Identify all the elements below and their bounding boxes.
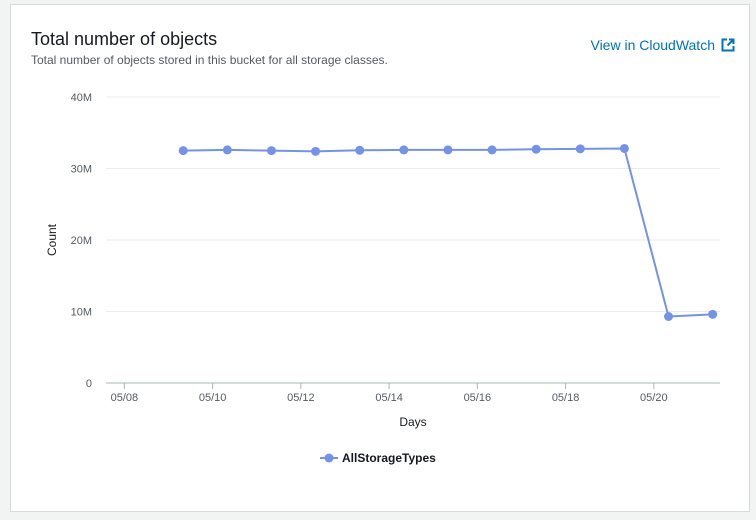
line-chart: 0 10M 20M 30M 40M 05/08 05/10 05/12 05/14 05/16 05… <box>45 92 720 465</box>
x-tick-label: 05/16 <box>464 392 492 404</box>
x-tick-label: 05/18 <box>552 392 580 404</box>
x-tick-label: 05/12 <box>287 392 315 404</box>
data-point[interactable] <box>311 146 321 156</box>
data-point[interactable] <box>399 145 409 155</box>
y-tick-label: 0 <box>86 378 92 390</box>
y-axis-title: Count <box>45 223 59 256</box>
x-tick-label: 05/08 <box>111 392 139 404</box>
y-tick-label: 40M <box>71 92 92 104</box>
data-point[interactable] <box>266 146 276 156</box>
data-point[interactable] <box>443 145 453 155</box>
x-tick-label: 05/14 <box>375 392 403 404</box>
legend-marker <box>324 453 334 463</box>
data-point[interactable] <box>222 145 232 155</box>
series-line <box>183 147 713 318</box>
data-point[interactable] <box>619 143 629 153</box>
x-tick-label: 05/20 <box>640 392 668 404</box>
y-tick-label: 20M <box>71 235 92 247</box>
x-tick-label: 05/10 <box>199 392 227 404</box>
data-point[interactable] <box>178 146 188 156</box>
data-point[interactable] <box>355 145 365 155</box>
y-tick-label: 30M <box>71 164 92 176</box>
data-point[interactable] <box>664 312 674 322</box>
legend-label[interactable]: AllStorageTypes <box>342 451 436 465</box>
data-point[interactable] <box>487 145 497 155</box>
data-point[interactable] <box>531 144 541 154</box>
x-axis-title: Days <box>399 415 426 429</box>
data-point[interactable] <box>708 309 718 319</box>
y-tick-label: 10M <box>71 307 92 319</box>
data-point[interactable] <box>575 144 585 154</box>
